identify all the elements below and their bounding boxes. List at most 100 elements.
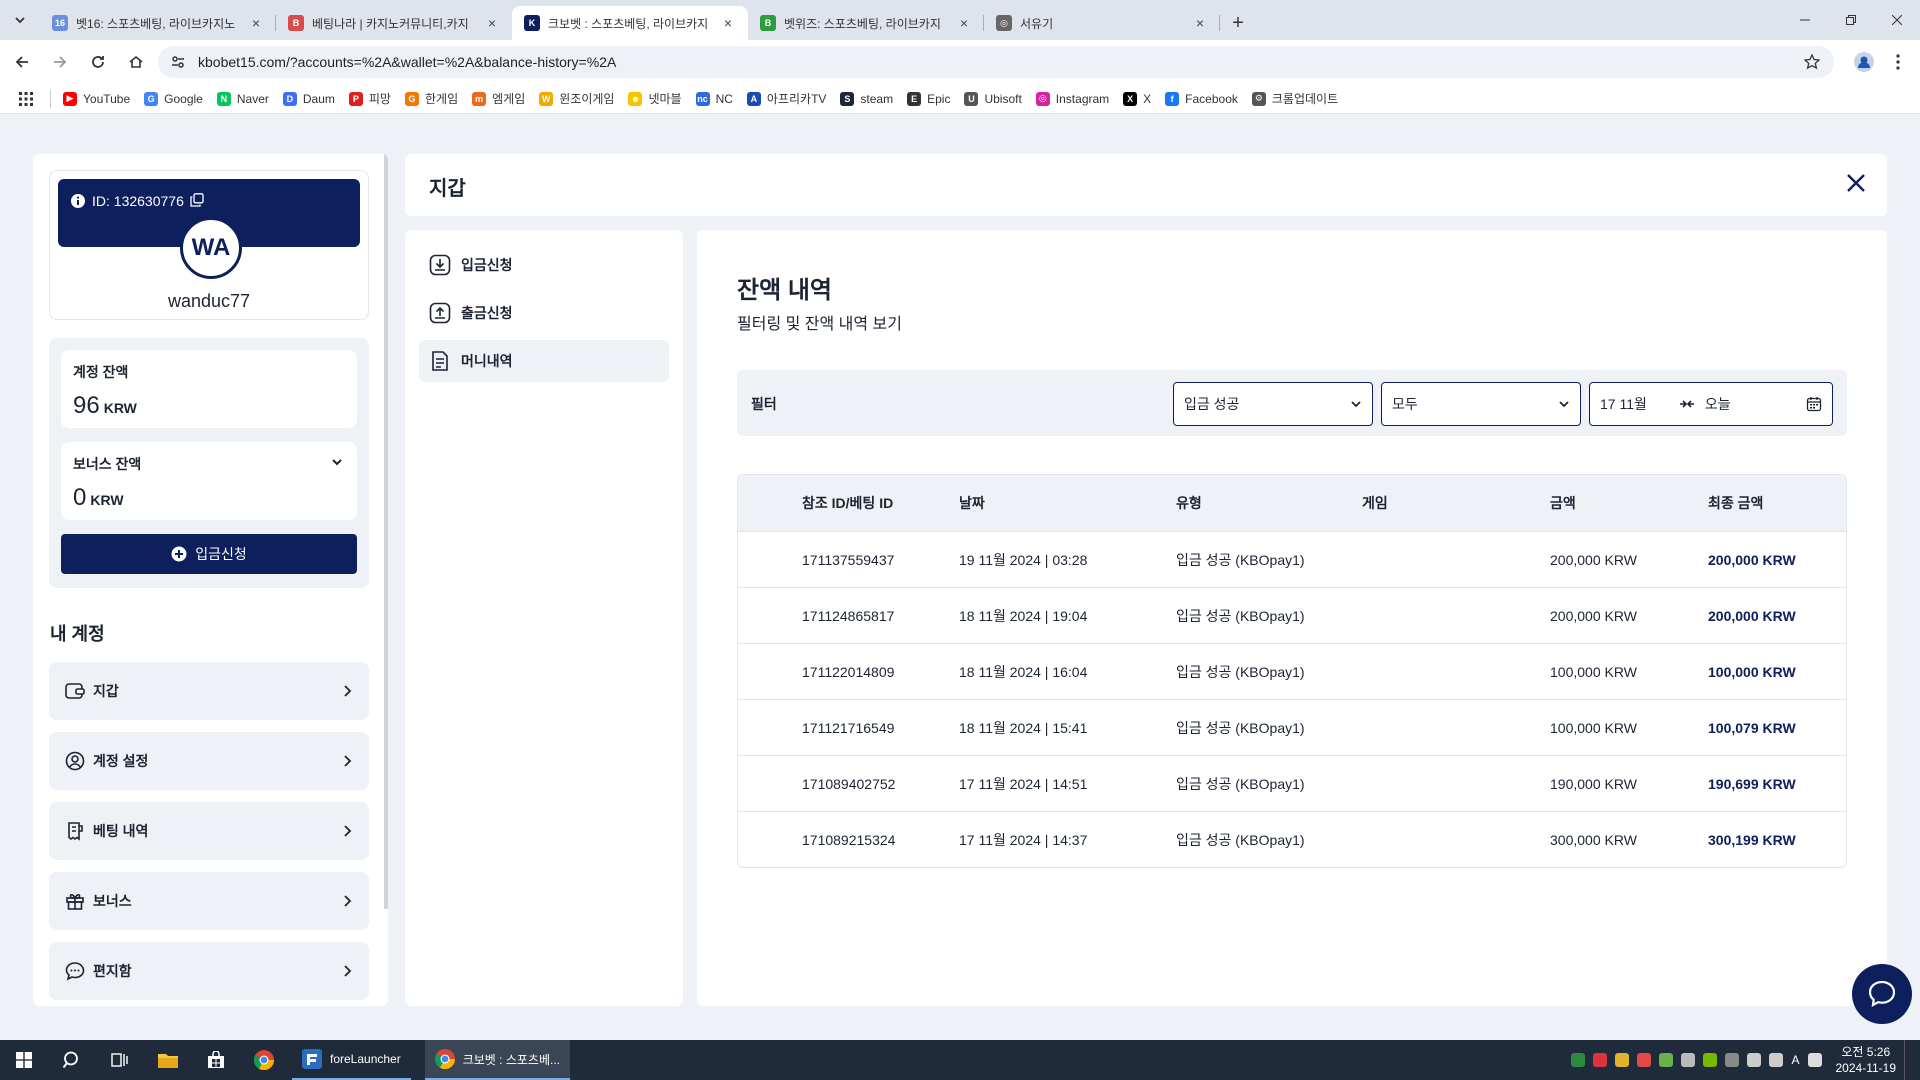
profile-button[interactable] bbox=[1848, 46, 1880, 78]
restore-button[interactable] bbox=[1828, 0, 1874, 40]
browser-tab[interactable]: 16 벳16: 스포츠베팅, 라이브카지노 × bbox=[40, 6, 276, 40]
bookmark-label: Epic bbox=[927, 91, 951, 106]
security-icon[interactable] bbox=[1615, 1053, 1630, 1067]
keyboard-icon[interactable] bbox=[1807, 1053, 1822, 1067]
taskbar-app-chrome[interactable]: 크보벳 : 스포츠베... bbox=[424, 1040, 571, 1080]
address-bar[interactable]: kbobet15.com/?accounts=%2A&wallet=%2A&ba… bbox=[158, 46, 1834, 78]
username: wanduc77 bbox=[167, 291, 251, 311]
type-filter-select[interactable]: 입금 성공 bbox=[1173, 382, 1373, 426]
browser-tab-strip: 16 벳16: 스포츠베팅, 라이브카지노 × B 베팅나라 | 카지노커뮤니티,카지 ×… bbox=[0, 0, 1920, 40]
browser-tab[interactable]: B 베팅나라 | 카지노커뮤니티,카지 × bbox=[276, 6, 512, 40]
bookmark-item[interactable]: ◎ Instagram bbox=[1035, 91, 1109, 106]
browser-menu-button[interactable] bbox=[1884, 46, 1912, 78]
file-explorer-button[interactable] bbox=[144, 1040, 192, 1080]
search-button[interactable] bbox=[48, 1040, 96, 1080]
bookmark-item[interactable]: nc NC bbox=[695, 91, 733, 106]
tab-close-icon[interactable]: × bbox=[248, 15, 264, 31]
bookmark-item[interactable]: ⚙ 크롬업데이트 bbox=[1251, 90, 1338, 107]
volume-icon[interactable] bbox=[1769, 1053, 1784, 1067]
chevron-down-icon bbox=[1559, 401, 1569, 408]
new-tab-button[interactable]: + bbox=[1220, 6, 1256, 40]
bookmark-item[interactable]: ☻ 넷마블 bbox=[628, 90, 682, 107]
deposit-button[interactable]: 입금신청 bbox=[61, 534, 357, 574]
date-cell: 17 11월 2024 | 14:37 bbox=[959, 832, 1088, 848]
sidebar-item[interactable]: 지갑 bbox=[49, 662, 369, 720]
bookmark-item[interactable]: P 피망 bbox=[348, 90, 391, 107]
bookmark-item[interactable]: U Ubisoft bbox=[964, 91, 1022, 106]
site-info-button[interactable] bbox=[162, 46, 194, 78]
table-row: 171121716549 18 11월 2024 | 15:41 입금 성공 (KB… bbox=[738, 699, 1846, 755]
task-view-button[interactable] bbox=[96, 1040, 144, 1080]
chevron-down-icon[interactable] bbox=[331, 456, 343, 468]
bookmark-item[interactable]: f Facebook bbox=[1165, 91, 1238, 106]
url-text[interactable]: kbobet15.com/?accounts=%2A&wallet=%2A&ba… bbox=[198, 54, 616, 70]
browser-tab[interactable]: ◎ 서유기 × bbox=[984, 6, 1220, 40]
media-icon[interactable] bbox=[1593, 1053, 1608, 1067]
tab-close-icon[interactable]: × bbox=[720, 15, 736, 31]
bookmark-item[interactable]: m 엠게임 bbox=[472, 90, 525, 107]
bookmark-item[interactable]: E Epic bbox=[907, 91, 951, 106]
close-window-button[interactable] bbox=[1874, 0, 1920, 40]
sidebar-item[interactable]: 편지함 bbox=[49, 942, 369, 1000]
browser-tab[interactable]: K 크보벳 : 스포츠베팅, 라이브카지 × bbox=[512, 6, 748, 40]
live-chat-button[interactable] bbox=[1852, 964, 1912, 1024]
network-icon[interactable] bbox=[1747, 1053, 1762, 1067]
sidebar-item[interactable]: 베팅 내역 bbox=[49, 802, 369, 860]
store-button[interactable] bbox=[192, 1040, 240, 1080]
browser-tab[interactable]: B 벳위즈: 스포츠베팅, 라이브카지 × bbox=[748, 6, 984, 40]
ref-id-cell: 171089215324 bbox=[802, 832, 896, 848]
scope-filter-select[interactable]: 모두 bbox=[1381, 382, 1581, 426]
bookmark-item[interactable]: N Naver bbox=[216, 91, 269, 106]
tab-close-icon[interactable]: × bbox=[956, 15, 972, 31]
balance-panel: 계정 잔액 96 KRW 보너스 잔액 0 KRW 입금신청 bbox=[49, 338, 369, 588]
app-tray-icon[interactable] bbox=[1637, 1053, 1652, 1067]
green-tray-icon[interactable] bbox=[1659, 1053, 1674, 1067]
apps-grid-button[interactable] bbox=[16, 89, 36, 109]
afreecatv-icon: A bbox=[746, 91, 761, 106]
wallet-submenu-item[interactable]: 머니내역 bbox=[419, 340, 669, 382]
bonus-balance-card[interactable]: 보너스 잔액 0 KRW bbox=[61, 442, 357, 520]
col-ref-id: 참조 ID/베팅 ID bbox=[802, 495, 894, 511]
clock[interactable]: 오전 5:26 2024-11-19 bbox=[1836, 1044, 1897, 1076]
tab-close-icon[interactable]: × bbox=[484, 15, 500, 31]
naver-icon: N bbox=[216, 91, 231, 106]
bookmark-item[interactable]: D Daum bbox=[282, 91, 335, 106]
bookmark-label: 한게임 bbox=[424, 92, 459, 106]
date-range-picker[interactable]: 17 11월 오늘 bbox=[1589, 382, 1833, 426]
wallet-submenu-item[interactable]: 출금신청 bbox=[419, 292, 669, 334]
tab-close-icon[interactable]: × bbox=[1192, 15, 1208, 31]
bookmark-item[interactable]: ▶ YouTube bbox=[63, 91, 130, 106]
tab-title: 벳16: 스포츠베팅, 라이브카지노 bbox=[76, 16, 236, 31]
shield-icon[interactable] bbox=[1571, 1053, 1586, 1067]
chrome-pinned-button[interactable] bbox=[240, 1040, 288, 1080]
bookmark-item[interactable]: G 한게임 bbox=[404, 90, 459, 107]
home-button[interactable] bbox=[120, 46, 152, 78]
nvidia-icon[interactable] bbox=[1703, 1053, 1718, 1067]
minimize-button[interactable] bbox=[1782, 0, 1828, 40]
close-icon[interactable] bbox=[1845, 172, 1867, 194]
sidebar-scrollbar[interactable] bbox=[384, 154, 388, 909]
sidebar-item[interactable]: 보너스 bbox=[49, 872, 369, 930]
forward-button[interactable] bbox=[44, 46, 76, 78]
copy-icon[interactable] bbox=[190, 193, 204, 207]
bookmark-item[interactable]: G Google bbox=[144, 91, 203, 106]
tab-search-button[interactable] bbox=[0, 0, 40, 40]
clock-time: 오전 5:26 bbox=[1841, 1045, 1891, 1059]
bookmark-star-icon[interactable] bbox=[1804, 54, 1820, 70]
bookmark-item[interactable]: A 아프리카TV bbox=[746, 90, 826, 107]
back-button[interactable] bbox=[6, 46, 38, 78]
bookmark-item[interactable]: Ssteam bbox=[840, 91, 893, 106]
sidebar-item[interactable]: 계정 설정 bbox=[49, 732, 369, 790]
reload-button[interactable] bbox=[82, 46, 114, 78]
network-device-icon[interactable] bbox=[1681, 1053, 1696, 1067]
taskbar-app-forelauncher[interactable]: foreLauncher bbox=[292, 1040, 411, 1080]
table-row: 171124865817 18 11월 2024 | 19:04 입금 성공 (KB… bbox=[738, 587, 1846, 643]
bookmark-item[interactable]: W 윈조이게임 bbox=[539, 90, 614, 107]
wallet-submenu-item[interactable]: 입금신청 bbox=[419, 244, 669, 286]
ref-id-cell: 171089402752 bbox=[802, 776, 896, 792]
ime-indicator[interactable]: A bbox=[1791, 1053, 1799, 1067]
show-desktop-button[interactable] bbox=[1904, 1040, 1910, 1080]
start-button[interactable] bbox=[0, 1040, 48, 1080]
bookmark-item[interactable]: XX bbox=[1123, 91, 1151, 106]
chrome-tray-icon[interactable] bbox=[1725, 1053, 1740, 1067]
